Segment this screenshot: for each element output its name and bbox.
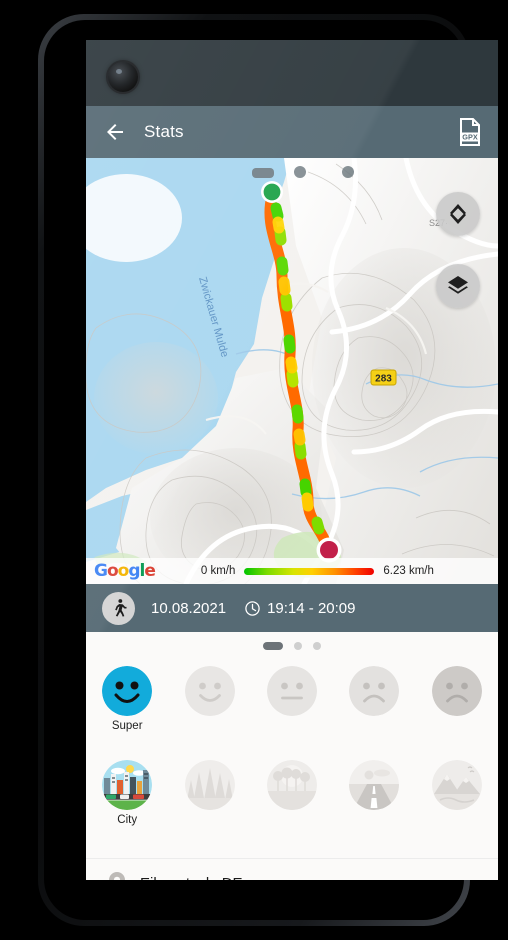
google-letter-o2: o	[117, 561, 130, 581]
google-letter-e: e	[144, 561, 155, 581]
activity-date: 10.08.2021	[151, 599, 227, 617]
mood-super-label: Super	[111, 720, 143, 732]
page-dot-2[interactable]	[294, 642, 302, 650]
legend-max-speed: 6.23 km/h	[383, 565, 434, 577]
page-indicator	[86, 632, 498, 660]
mood-bad[interactable]	[333, 666, 415, 716]
scene-mountains-icon	[431, 760, 482, 810]
scene-forest[interactable]	[168, 760, 250, 810]
page-title: Stats	[144, 122, 184, 141]
map-tilt-button[interactable]	[436, 192, 480, 236]
phone-device: Stats GPX Zwickauer Mulde 283 Google 0 k…	[38, 14, 498, 926]
mood-worst-icon	[431, 666, 482, 716]
scene-city[interactable]: City	[86, 760, 168, 826]
mood-super-icon	[102, 666, 153, 716]
front-camera	[108, 62, 138, 92]
phone-screen: Stats GPX Zwickauer Mulde 283 Google 0 k…	[86, 40, 498, 880]
gpx-file-icon: GPX	[460, 118, 480, 146]
location-bar[interactable]: Eibenstock, DE	[86, 858, 498, 880]
layers-icon	[448, 276, 468, 294]
google-attribution: Google	[94, 561, 156, 581]
mood-good[interactable]	[168, 666, 250, 716]
start-marker	[263, 183, 281, 201]
mood-bad-icon	[349, 666, 400, 716]
scene-city-icon	[102, 760, 153, 810]
google-letter-g: G	[94, 561, 108, 581]
legend-min-speed: 0 km/h	[200, 565, 236, 577]
tagging-panel: Super City	[86, 632, 498, 858]
google-letter-o1: o	[106, 561, 119, 581]
clock-icon	[245, 600, 260, 616]
end-marker	[320, 541, 338, 559]
page-dot-3[interactable]	[313, 642, 321, 650]
speed-legend: Google 0 km/h 6.23 km/h	[86, 558, 498, 584]
clock-icon-wrap	[244, 600, 261, 617]
scene-park-icon	[266, 760, 317, 810]
map-pin-icon	[109, 872, 125, 880]
scene-city-label: City	[117, 814, 138, 826]
scene-park[interactable]	[251, 760, 333, 810]
arrow-left-icon	[107, 124, 123, 140]
back-button[interactable]	[86, 120, 144, 144]
app-bar: Stats GPX	[86, 106, 498, 158]
mood-good-icon	[184, 666, 235, 716]
chevron-up-down-icon	[450, 204, 466, 224]
mood-neutral[interactable]	[251, 666, 333, 716]
status-bar	[86, 40, 498, 106]
svg-text:283: 283	[375, 374, 392, 385]
svg-text:GPX: GPX	[462, 133, 478, 142]
activity-time-range: 19:14 - 20:09	[267, 599, 356, 617]
location-pin-wrap	[108, 871, 126, 880]
screenshot-stage: Stats GPX Zwickauer Mulde 283 Google 0 k…	[0, 0, 508, 940]
activity-type-badge	[102, 591, 135, 625]
scene-row: City	[86, 754, 498, 848]
mood-super[interactable]: Super	[86, 666, 168, 732]
scene-road-icon	[349, 760, 400, 810]
map-canvas: Zwickauer Mulde S27· 283	[86, 158, 498, 584]
scene-forest-icon	[184, 760, 235, 810]
walking-icon	[114, 599, 126, 617]
mood-row: Super	[86, 660, 498, 754]
scene-road[interactable]	[333, 760, 415, 810]
mood-worst[interactable]	[416, 666, 498, 716]
location-name: Eibenstock, DE	[140, 875, 243, 881]
map-layers-button[interactable]	[436, 264, 480, 308]
legend-gradient-bar	[244, 567, 375, 575]
scene-mountains[interactable]	[416, 760, 498, 810]
map-view[interactable]: Zwickauer Mulde S27· 283	[86, 158, 498, 584]
gpx-export-button[interactable]: GPX	[442, 118, 498, 146]
mood-neutral-icon	[266, 666, 317, 716]
google-letter-g2: g	[128, 561, 140, 581]
activity-info-strip: 10.08.2021 19:14 - 20:09	[86, 584, 498, 632]
page-dot-1[interactable]	[263, 642, 283, 650]
